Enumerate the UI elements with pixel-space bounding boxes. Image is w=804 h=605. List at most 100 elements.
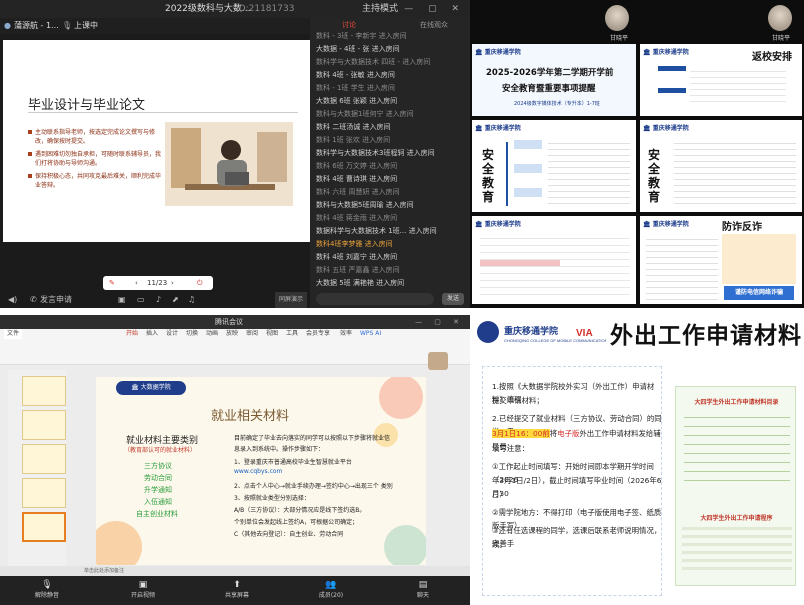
slide-panel [8, 370, 66, 570]
participant-video [428, 352, 448, 370]
ribbon-toolbar[interactable] [0, 339, 470, 365]
slide-thumbnail-active[interactable] [22, 512, 66, 542]
tab-insert[interactable]: 插入 [146, 329, 158, 339]
tab-start[interactable]: 开始 [126, 329, 138, 339]
body-line: 续。 [492, 540, 507, 549]
viewer-name: 甘晓平 [610, 35, 629, 42]
table-row [684, 456, 790, 463]
instruction-line: 3、按照就业类型分别选择： [234, 495, 310, 502]
slide-heading: 安全教育暨重要事项提醒 [502, 84, 596, 94]
chat-line: 数科 六班 周慧妍 进入房间 [316, 188, 400, 196]
tab-discussion[interactable]: 讨论 [342, 18, 356, 32]
file-menu[interactable]: 文件 [4, 329, 23, 339]
stop-share-icon[interactable]: ⏻ [197, 276, 203, 290]
slide-thumbnail[interactable] [22, 444, 66, 474]
slide-thumb-5[interactable]: 🏛 重庆移通学院 [472, 216, 636, 304]
table-row [684, 429, 790, 436]
tab-tools[interactable]: 工具 [286, 329, 298, 339]
mic-toggle-icon[interactable]: ♪ [156, 292, 161, 308]
chat-line: 数科学与大数据技术3班程轲 进入房间 [316, 149, 435, 157]
video-label: 开启视频 [130, 592, 155, 599]
slide-thumbnail[interactable] [22, 478, 66, 508]
chat-button[interactable]: ▤ 聊天 [398, 580, 448, 599]
music-icon[interactable]: ♫ [188, 292, 195, 308]
screen-icon[interactable]: ▭ [137, 292, 145, 308]
avatar [605, 5, 629, 31]
send-button[interactable]: 发送 [442, 293, 464, 305]
share-icon[interactable]: ⬈ [172, 292, 179, 308]
table-row [684, 447, 790, 454]
tab-online-viewers[interactable]: 在线观众 [420, 18, 448, 32]
school-logo: 🏛 重庆移通学院 [475, 49, 521, 56]
apply-speak-button[interactable]: 发言申请 [40, 292, 72, 308]
chat-line: 数科与大数据5班周瑜 进入房间 [316, 201, 414, 209]
tab-member[interactable]: 会员专享 [306, 329, 330, 339]
tab-wps-ai[interactable]: WPS AI [360, 329, 381, 339]
chat-input[interactable] [316, 293, 434, 305]
meeting-window-1: 2022级数科与大数... ID:21181733 主持模式 — ▢ ✕ ● 蒲… [0, 0, 470, 308]
unmute-label: 解除静音 [34, 592, 59, 599]
camera-icon[interactable]: ▣ [118, 292, 126, 308]
tab-review[interactable]: 审阅 [246, 329, 258, 339]
window-controls[interactable]: — ▢ ✕ [415, 315, 464, 329]
unmute-button[interactable]: 🎙 解除静音 [22, 580, 72, 599]
poster-caption: 谨防电信网络诈骗 [724, 286, 794, 300]
pen-icon[interactable]: ✎ [109, 276, 115, 290]
next-page-icon[interactable]: › [171, 276, 174, 290]
raise-hand-icon[interactable]: ✆ [30, 292, 37, 308]
instruction-line: 2、点击个人中心→就业手续办理→签约中心→出现三个 类别 [234, 483, 393, 490]
speaking-status: 上课中 [74, 21, 98, 30]
school-logo: 🏛 重庆移通学院 [643, 49, 689, 56]
website-link[interactable]: www.cqbys.com [234, 468, 282, 475]
slide-heading: 防诈反诈 [722, 222, 762, 233]
tab-view[interactable]: 视图 [266, 329, 278, 339]
slide-thumb-4[interactable]: 🏛 重庆移通学院 安全教育 [640, 120, 802, 212]
slide-thumbnail[interactable] [22, 410, 66, 440]
tab-efficiency[interactable]: 效率 [340, 329, 352, 339]
chat-line: 数据科学与大数据技术 1班... 进入房间 [316, 227, 437, 235]
ebook-highlight: 电子版 [557, 429, 580, 438]
instruction-line: 目前确定了毕业去向落实的同学可以按照以下步骤将就业信 [234, 435, 391, 442]
text-line [682, 551, 792, 554]
tab-design[interactable]: 设计 [166, 329, 178, 339]
members-button[interactable]: 👥 成员(20) [306, 580, 356, 599]
volume-icon[interactable]: ◀) [8, 292, 17, 308]
tab-animation[interactable]: 动画 [206, 329, 218, 339]
share-screen-button[interactable]: ⬆ 共享屏幕 [212, 580, 262, 599]
shared-slide: 毕业设计与毕业论文 主动联系指导老师，按选定完成论文撰写与修改，确保按时提交。 … [3, 40, 310, 242]
school-logo: 🏛 重庆移通学院 [643, 125, 689, 132]
table-row [684, 411, 790, 418]
tab-slideshow[interactable]: 放映 [226, 329, 238, 339]
slide-thumb-6[interactable]: 🏛 重庆移通学院 防诈反诈 谨防电信网络诈骗 [640, 216, 802, 304]
slide-thumb-1[interactable]: 🏛 重庆移通学院 2025-2026学年第二学期开学前 安全教育暨重要事项提醒 … [472, 44, 636, 116]
same-screen-button[interactable]: 同屏演示 [275, 292, 308, 308]
window-controls[interactable]: — ▢ ✕ [404, 0, 465, 18]
school-logo: 🏛 重庆移通学院 [643, 221, 689, 228]
share-icon: ⬆ [233, 580, 241, 590]
slide-thumb-2[interactable]: 🏛 重庆移通学院 返校安排 [640, 44, 802, 116]
prev-page-icon[interactable]: ‹ [135, 276, 138, 290]
instruction-line: A/B（三方协议）：大部分情况应是线下签约选B。 [234, 507, 366, 514]
svg-text:VIA: VIA [576, 328, 593, 339]
reference-subtitle: 大四学生外出工作申请程序 [700, 515, 773, 522]
meeting-title-bar: 腾讯会议 — ▢ ✕ [0, 315, 470, 329]
chat-tabs: 讨论 在线观众 [310, 18, 470, 32]
slide-thumbnail[interactable] [22, 376, 66, 406]
material-item: 三方协议 [144, 462, 172, 470]
slide-bullet: 遇到困难切勿独自承担，可随时联系辅导员，我们打将协助与导师沟通。 [28, 151, 162, 167]
tag-box [514, 164, 542, 173]
date-highlight: 3月1日16：00前 [492, 429, 550, 438]
host-badge[interactable]: 主持模式 [362, 0, 398, 18]
slide-thumb-3[interactable]: 🏛 重庆移通学院 安全教育 [472, 120, 636, 212]
notes-bar[interactable]: 单击此处添加备注 [0, 566, 470, 576]
chat-label: 聊天 [416, 592, 429, 599]
share-label: 共享屏幕 [224, 592, 249, 599]
table-row [684, 420, 790, 427]
tab-transition[interactable]: 切换 [186, 329, 198, 339]
material-item: 入伍通知 [144, 498, 172, 506]
speaker-icon: ● [4, 21, 11, 30]
table-row [684, 474, 790, 481]
chat-line: 数科 五班 严嘉鑫 进入房间 [316, 266, 400, 274]
slide-bullet: 主动联系指导老师，按选定完成论文撰写与修改，确保按时提交。 [28, 128, 163, 146]
video-button[interactable]: ▣ 开启视频 [118, 580, 168, 599]
